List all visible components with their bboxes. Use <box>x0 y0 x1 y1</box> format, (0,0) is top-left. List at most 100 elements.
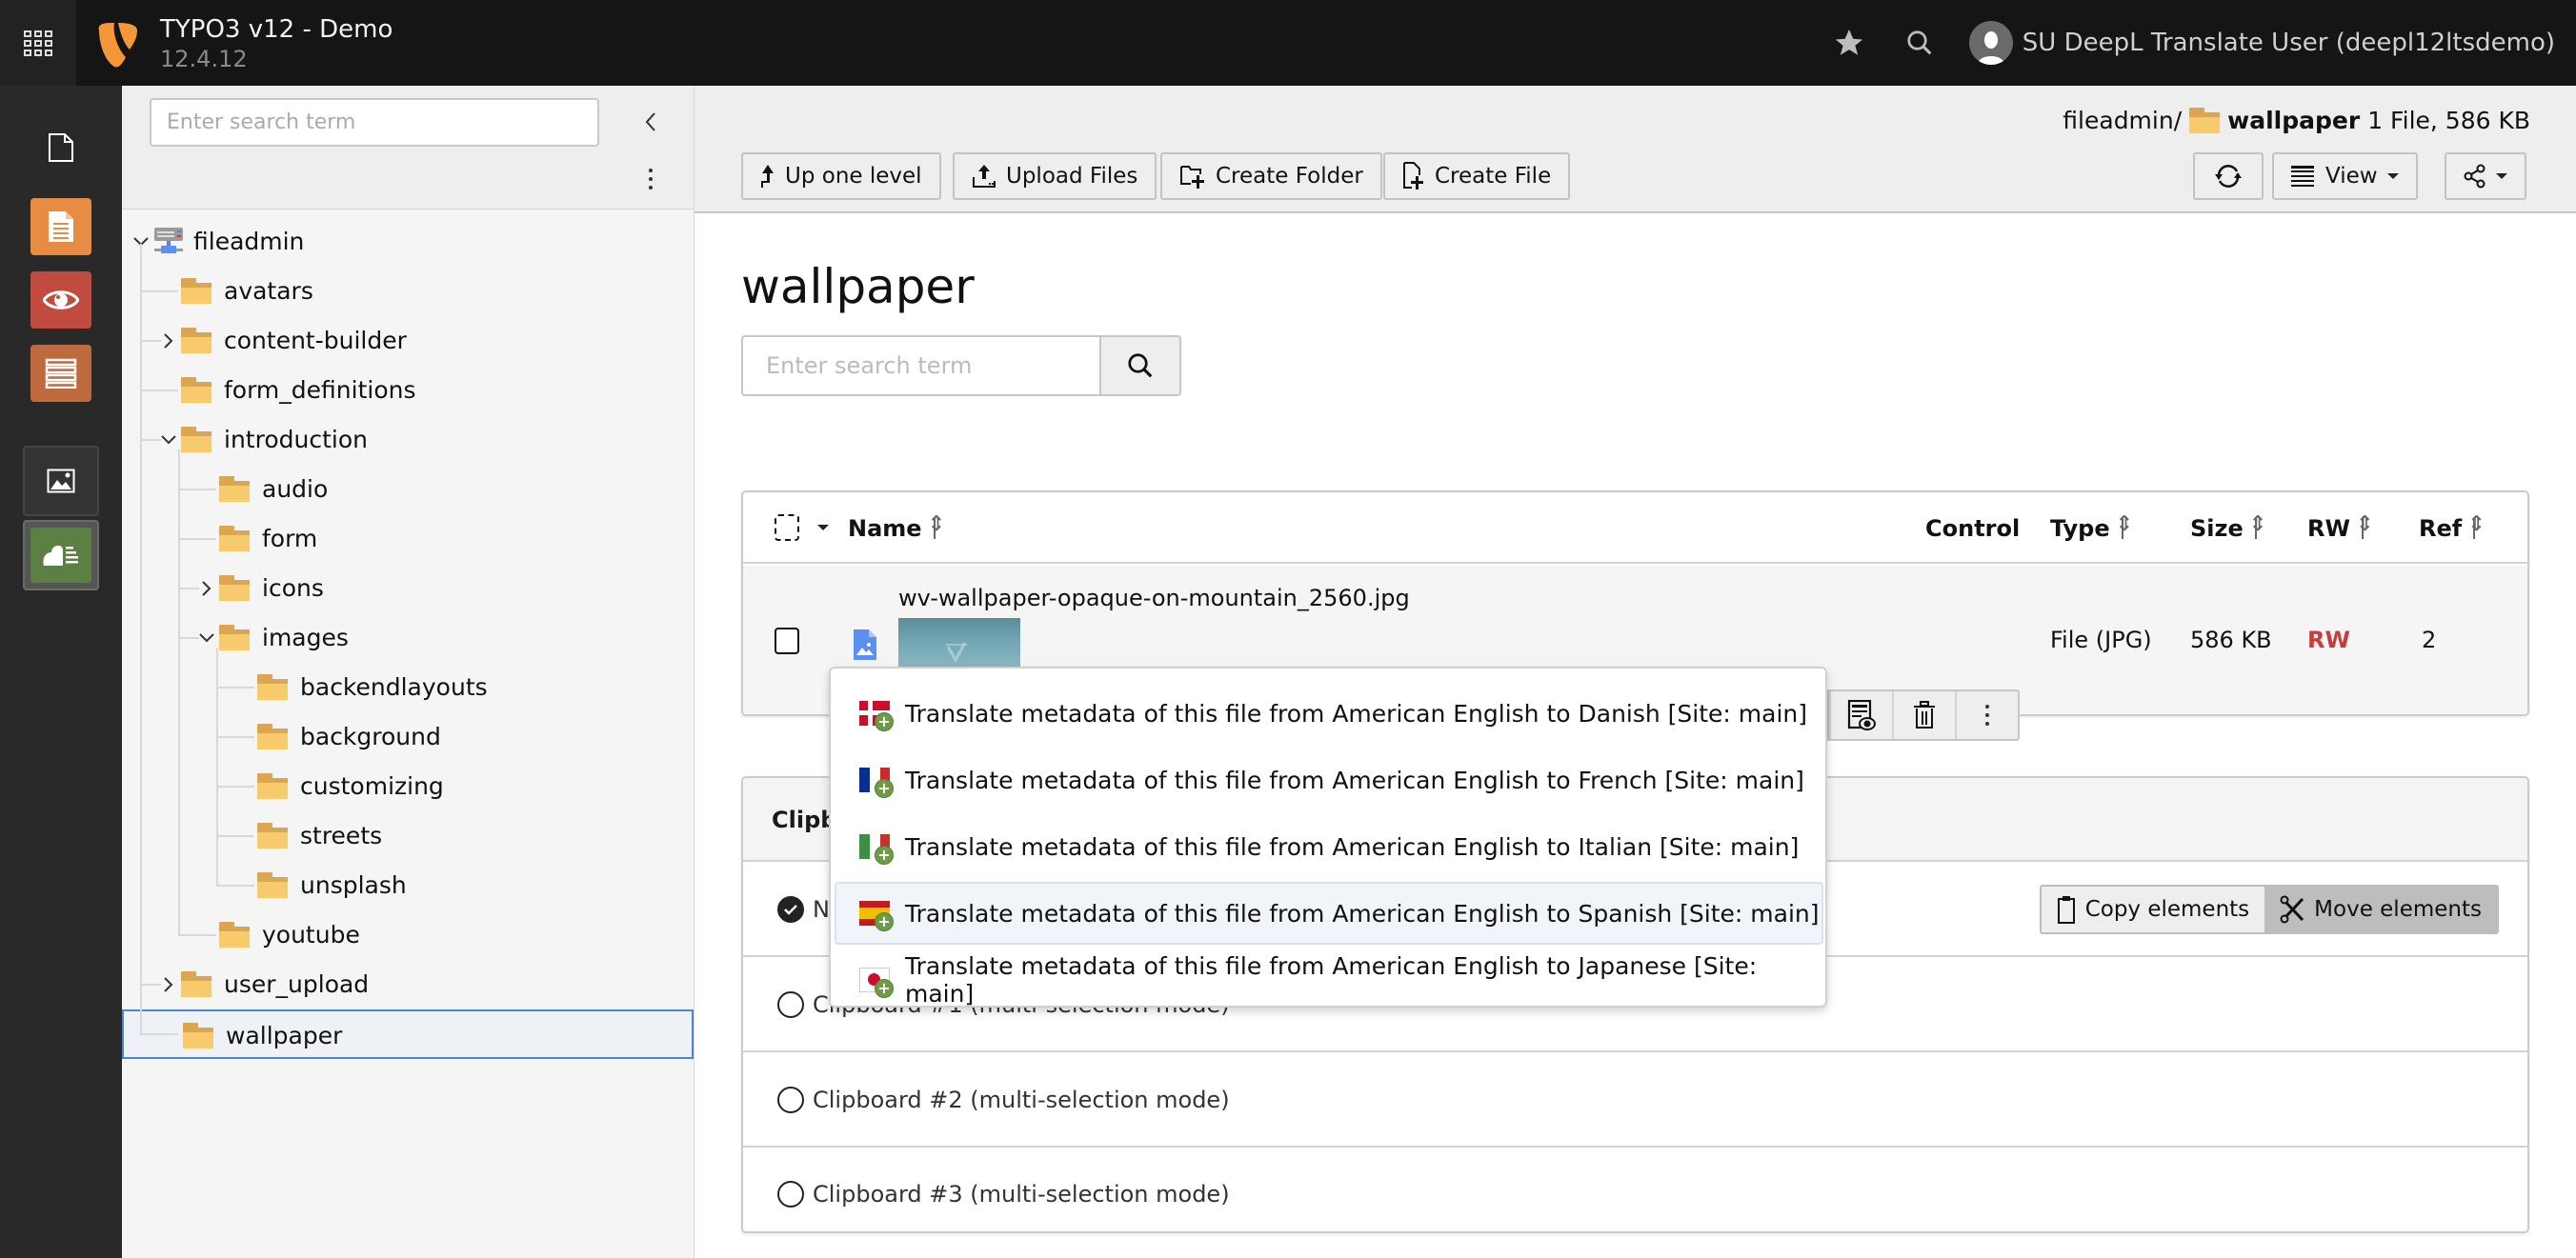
more-actions-button[interactable] <box>1957 691 2018 739</box>
tree-node-images[interactable]: images <box>122 613 694 663</box>
tree-node-label: form_definitions <box>224 376 416 404</box>
create-file-button[interactable]: Create File <box>1383 152 1571 200</box>
arrow-up-icon <box>761 165 774 188</box>
module-deepl[interactable] <box>23 520 99 590</box>
move-elements-button[interactable]: Move elements <box>2264 887 2497 932</box>
tree-node-backendlayouts[interactable]: backendlayouts <box>122 663 694 712</box>
typo3-logo-icon[interactable] <box>95 21 139 69</box>
translate-to-es-item[interactable]: + Translate metadata of this file from Am… <box>835 882 1823 945</box>
file-type: File (JPG) <box>2050 627 2152 653</box>
folder-icon <box>219 625 250 651</box>
column-header-ref[interactable]: Ref <box>2419 492 2485 564</box>
radio-icon[interactable] <box>777 991 804 1018</box>
folder-icon <box>257 724 288 750</box>
module-page[interactable] <box>30 119 91 176</box>
translate-item-label: Translate metadata of this file from Ame… <box>905 899 1820 928</box>
translate-to-it-item[interactable]: + Translate metadata of this file from Am… <box>835 815 1823 878</box>
tree-node-label: background <box>300 723 441 750</box>
collapse-tree-button[interactable] <box>636 105 665 139</box>
create-file-label: Create File <box>1435 164 1552 189</box>
module-list[interactable] <box>30 198 91 255</box>
tree-connector-line <box>140 439 161 441</box>
column-header-size[interactable]: Size <box>2190 492 2266 564</box>
tree-node-user-upload[interactable]: user_upload <box>122 960 694 1009</box>
delete-button[interactable] <box>1894 691 1957 739</box>
view-info-button[interactable] <box>1831 691 1894 739</box>
column-header-name[interactable]: Name <box>848 492 945 564</box>
tree-node-content-builder[interactable]: content-builder <box>122 316 694 366</box>
file-references[interactable]: 2 <box>2422 627 2436 653</box>
folder-icon <box>219 526 250 552</box>
flag-dk-icon: + <box>859 701 894 731</box>
folder-icon <box>257 674 288 701</box>
list-view-icon <box>2291 166 2314 187</box>
chevron-down-icon[interactable] <box>198 629 215 647</box>
create-folder-button[interactable]: Create Folder <box>1160 152 1382 200</box>
tree-node-wallpaper[interactable]: wallpaper <box>122 1009 694 1059</box>
tree-node-customizing[interactable]: customizing <box>122 762 694 811</box>
column-header-rw[interactable]: RW <box>2307 492 2373 564</box>
breadcrumb-current: wallpaper <box>2227 107 2361 134</box>
radio-checked-icon[interactable] <box>777 896 804 923</box>
radio-icon[interactable] <box>777 1087 804 1113</box>
bookmark-button[interactable] <box>1828 22 1870 64</box>
tree-node-icons[interactable]: icons <box>122 564 694 613</box>
tree-node-background[interactable]: background <box>122 712 694 762</box>
column-header-type[interactable]: Type <box>2050 492 2133 564</box>
user-menu[interactable]: SU DeepL Translate User (deepl12ltsdemo) <box>1968 21 2555 65</box>
file-thumbnail[interactable] <box>898 618 1020 671</box>
tree-connector-line <box>216 885 254 887</box>
tree-search-input[interactable] <box>150 98 599 147</box>
tree-node-avatars[interactable]: avatars <box>122 267 694 316</box>
module-filelist[interactable] <box>23 446 99 516</box>
doc-header: fileadmin/ wallpaper 1 File, 586 KB Up o… <box>694 86 2576 213</box>
select-menu-caret-icon[interactable] <box>817 525 829 530</box>
translate-to-jp-item[interactable]: + Translate metadata of this file from Am… <box>835 948 1823 1011</box>
chevron-down-icon[interactable] <box>160 431 177 449</box>
tree-node-label: fileadmin <box>193 228 305 255</box>
search-button[interactable] <box>1899 22 1941 64</box>
row-select-checkbox[interactable] <box>775 628 799 654</box>
folder-icon <box>257 773 288 800</box>
select-all-checkbox[interactable] <box>775 514 799 541</box>
radio-icon[interactable] <box>777 1181 804 1208</box>
file-search-input[interactable] <box>741 335 1101 396</box>
module-records[interactable] <box>30 345 91 402</box>
refresh-icon <box>2215 165 2242 188</box>
reload-button[interactable] <box>2193 152 2264 200</box>
deepl-translate-dropdown: + Translate metadata of this file from Am… <box>829 667 1827 1008</box>
tree-node-unsplash[interactable]: unsplash <box>122 861 694 910</box>
share-dropdown-button[interactable] <box>2445 152 2526 200</box>
tree-node-label: streets <box>300 822 383 849</box>
tree-actions-button[interactable] <box>636 160 665 198</box>
column-rw-label: RW <box>2307 514 2350 542</box>
view-dropdown-button[interactable]: View <box>2272 152 2418 200</box>
upload-files-button[interactable]: Upload Files <box>953 152 1157 200</box>
file-name[interactable]: wv-wallpaper-opaque-on-mountain_2560.jpg <box>898 585 1410 611</box>
module-menu-toggle[interactable] <box>0 0 76 86</box>
scissors-icon <box>2280 895 2304 924</box>
chevron-right-icon[interactable] <box>160 976 177 993</box>
tree-connector-line <box>178 489 216 490</box>
file-search-button[interactable] <box>1101 335 1181 396</box>
tree-node-label: customizing <box>300 772 444 800</box>
chevron-right-icon[interactable] <box>198 580 215 597</box>
tree-connector-line <box>178 934 216 936</box>
copy-elements-button[interactable]: Copy elements <box>2041 887 2265 932</box>
module-view[interactable] <box>30 271 91 329</box>
translate-to-fr-item[interactable]: + Translate metadata of this file from Am… <box>835 749 1823 811</box>
clipboard-row-2[interactable]: Clipboard #2 (multi-selection mode) <box>743 1054 2527 1148</box>
tree-node-label: content-builder <box>224 327 407 354</box>
translate-to-dk-item[interactable]: + Translate metadata of this file from Am… <box>835 682 1823 745</box>
tree-connector-line <box>216 736 254 738</box>
up-one-level-button[interactable]: Up one level <box>741 152 941 200</box>
move-elements-label: Move elements <box>2314 897 2482 922</box>
chevron-right-icon[interactable] <box>160 332 177 349</box>
tree-node-form-definitions[interactable]: form_definitions <box>122 366 694 415</box>
tree-node-introduction[interactable]: introduction <box>122 415 694 465</box>
clipboard-row-3[interactable]: Clipboard #3 (multi-selection mode) <box>743 1148 2527 1241</box>
tree-node-streets[interactable]: streets <box>122 811 694 861</box>
flag-it-icon: + <box>859 834 894 865</box>
tree-node-fileadmin[interactable]: fileadmin <box>122 217 694 267</box>
caret-down-icon <box>2496 173 2507 179</box>
